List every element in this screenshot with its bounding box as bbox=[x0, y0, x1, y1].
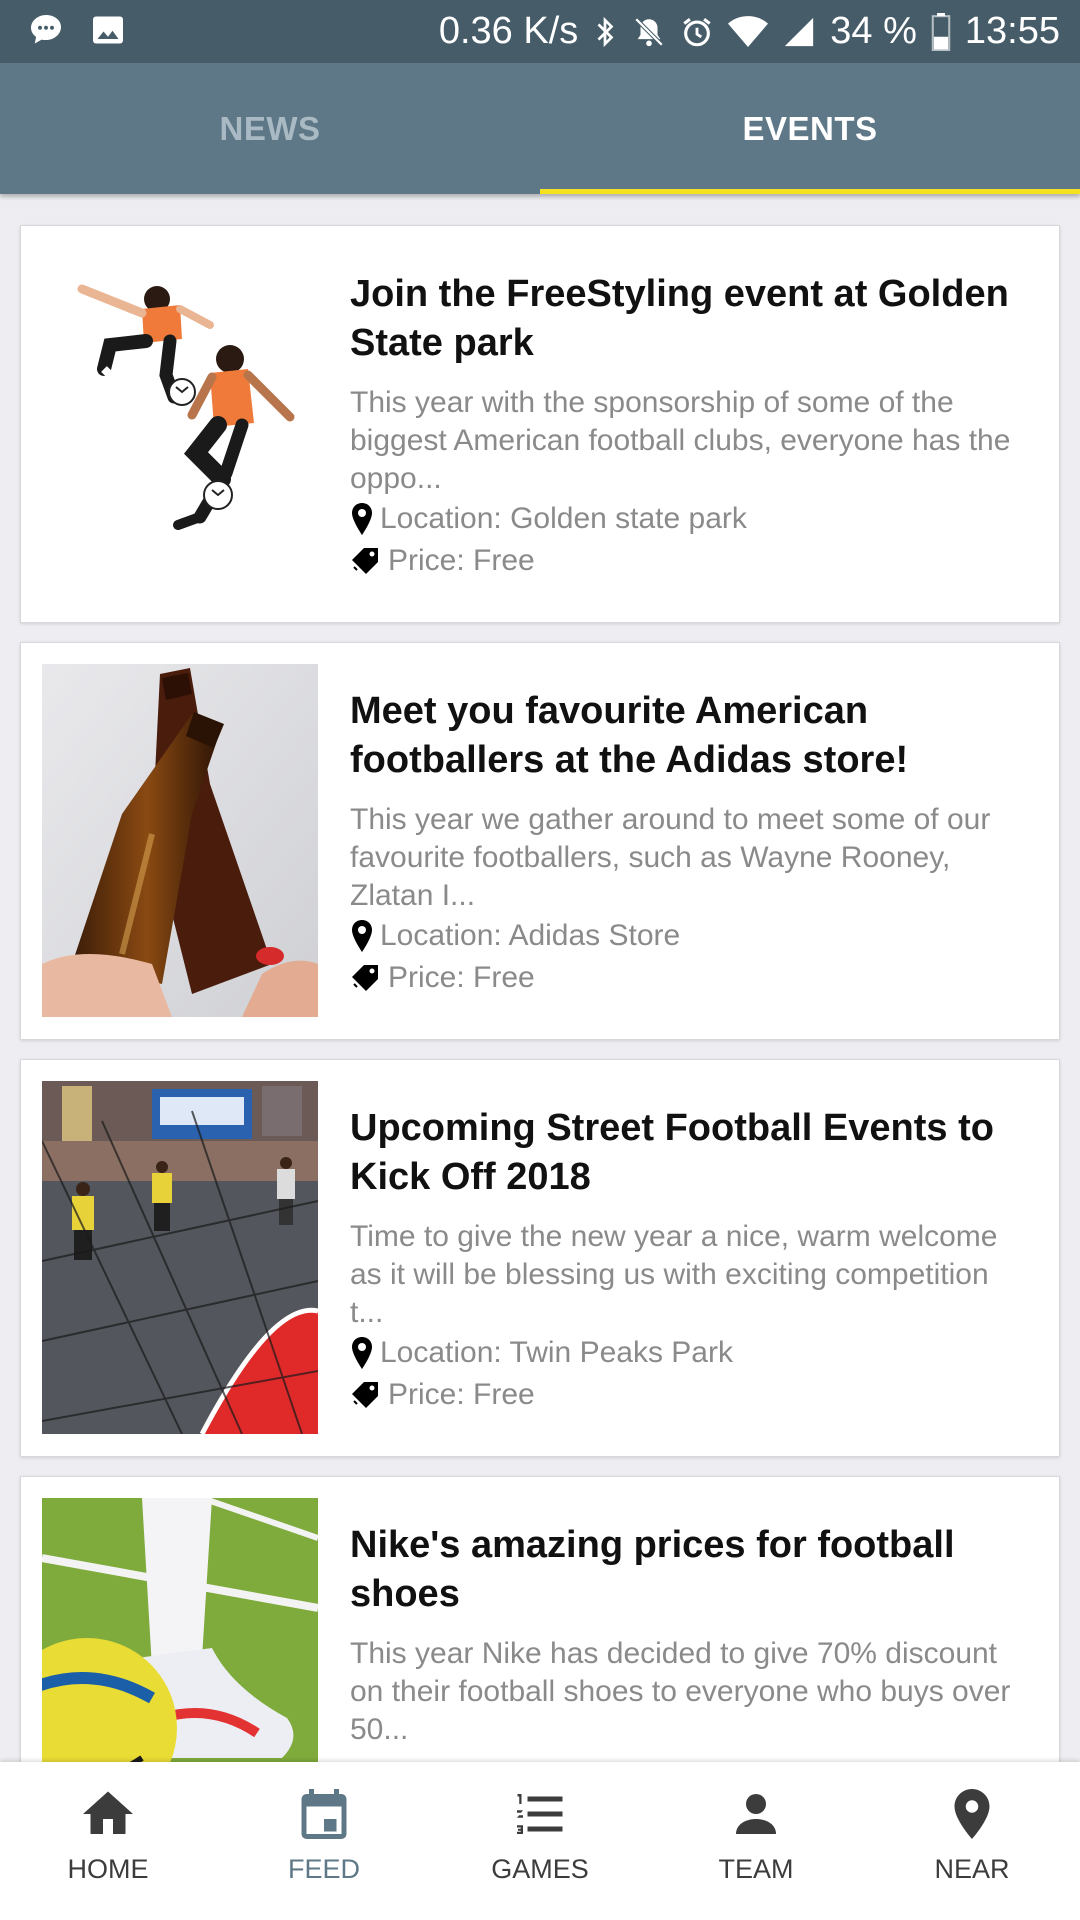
alarm-icon bbox=[683, 17, 711, 46]
event-title: Join the FreeStyling event at Golden Sta… bbox=[350, 273, 1009, 364]
chat-bubble-icon bbox=[31, 15, 61, 44]
event-description: This year we gather around to meet some … bbox=[350, 803, 991, 912]
bottom-navigation: HOME FEED GAMES TEAM NEAR bbox=[0, 1762, 1080, 1920]
events-feed[interactable]: Join the FreeStyling event at Golden Sta… bbox=[0, 194, 1080, 1762]
event-price: Price: Free bbox=[350, 540, 1030, 582]
tab-news[interactable]: NEWS bbox=[0, 63, 540, 194]
event-title: Upcoming Street Football Events to Kick … bbox=[350, 1107, 994, 1198]
battery-icon bbox=[931, 12, 951, 51]
freestyle-players-image bbox=[42, 247, 318, 600]
nav-team-label: TEAM bbox=[718, 1854, 794, 1884]
event-price: Price: Free bbox=[350, 957, 1030, 999]
event-title: Nike's amazing prices for football shoes bbox=[350, 1524, 955, 1615]
tab-bar: NEWS EVENTS bbox=[0, 63, 1080, 194]
location-text: Location: Golden state park bbox=[380, 502, 747, 535]
nav-games-label: GAMES bbox=[491, 1854, 589, 1884]
nav-feed-label: FEED bbox=[287, 1854, 360, 1884]
location-pin-icon bbox=[954, 1789, 990, 1839]
signal-icon bbox=[785, 17, 814, 46]
price-tag-icon bbox=[352, 548, 378, 574]
event-location: Location: Golden state park bbox=[350, 498, 1030, 540]
event-card[interactable]: Upcoming Street Football Events to Kick … bbox=[20, 1059, 1060, 1457]
location-pin-icon bbox=[352, 920, 372, 952]
beer-bottles-image bbox=[42, 664, 318, 1017]
event-title: Meet you favourite American footballers … bbox=[350, 690, 909, 781]
tab-indicator bbox=[540, 189, 1080, 194]
event-card[interactable]: Join the FreeStyling event at Golden Sta… bbox=[20, 225, 1060, 623]
event-card[interactable]: Meet you favourite American footballers … bbox=[20, 642, 1060, 1040]
status-bar: 0.36 K/s 34 % 13:55 bbox=[0, 0, 1080, 63]
event-price: Price: Free bbox=[350, 1374, 1030, 1416]
location-pin-icon bbox=[352, 503, 372, 535]
battery-level: 34 % bbox=[830, 10, 917, 52]
location-pin-icon bbox=[352, 1337, 372, 1369]
event-location: Location: Twin Peaks Park bbox=[350, 1332, 1030, 1374]
football-shoe-image bbox=[42, 1498, 318, 1762]
person-icon bbox=[736, 1794, 776, 1834]
nav-near-label: NEAR bbox=[934, 1854, 1010, 1884]
street-football-image bbox=[42, 1081, 318, 1434]
nav-near[interactable]: NEAR bbox=[864, 1762, 1080, 1920]
nav-feed[interactable]: FEED bbox=[216, 1762, 432, 1920]
price-text: Price: Free bbox=[388, 544, 535, 577]
event-description: Time to give the new year a nice, warm w… bbox=[350, 1220, 998, 1329]
price-tag-icon bbox=[352, 965, 378, 991]
event-location: Location: Adidas Store bbox=[350, 915, 1030, 957]
list-icon bbox=[517, 1794, 563, 1834]
price-tag-icon bbox=[352, 1382, 378, 1408]
event-description: This year with the sponsorship of some o… bbox=[350, 386, 1011, 495]
price-text: Price: Free bbox=[388, 1378, 535, 1411]
location-text: Location: Adidas Store bbox=[380, 919, 681, 952]
wifi-icon bbox=[728, 15, 769, 47]
event-description: This year Nike has decided to give 70% d… bbox=[350, 1637, 1011, 1746]
nav-games[interactable]: GAMES bbox=[432, 1762, 648, 1920]
location-text: Location: Twin Peaks Park bbox=[380, 1336, 733, 1369]
mute-icon bbox=[635, 17, 664, 46]
nav-home-label: HOME bbox=[67, 1854, 149, 1884]
clock: 13:55 bbox=[964, 10, 1060, 52]
nav-team[interactable]: TEAM bbox=[648, 1762, 864, 1920]
bluetooth-icon bbox=[597, 16, 614, 47]
calendar-icon bbox=[301, 1789, 347, 1839]
event-card[interactable]: Nike's amazing prices for football shoes… bbox=[20, 1476, 1060, 1762]
home-icon bbox=[83, 1791, 133, 1834]
price-text: Price: Free bbox=[388, 961, 535, 994]
tab-events[interactable]: EVENTS bbox=[540, 63, 1080, 194]
network-speed: 0.36 K/s bbox=[438, 10, 579, 52]
image-icon bbox=[93, 16, 123, 44]
nav-home[interactable]: HOME bbox=[0, 1762, 216, 1920]
